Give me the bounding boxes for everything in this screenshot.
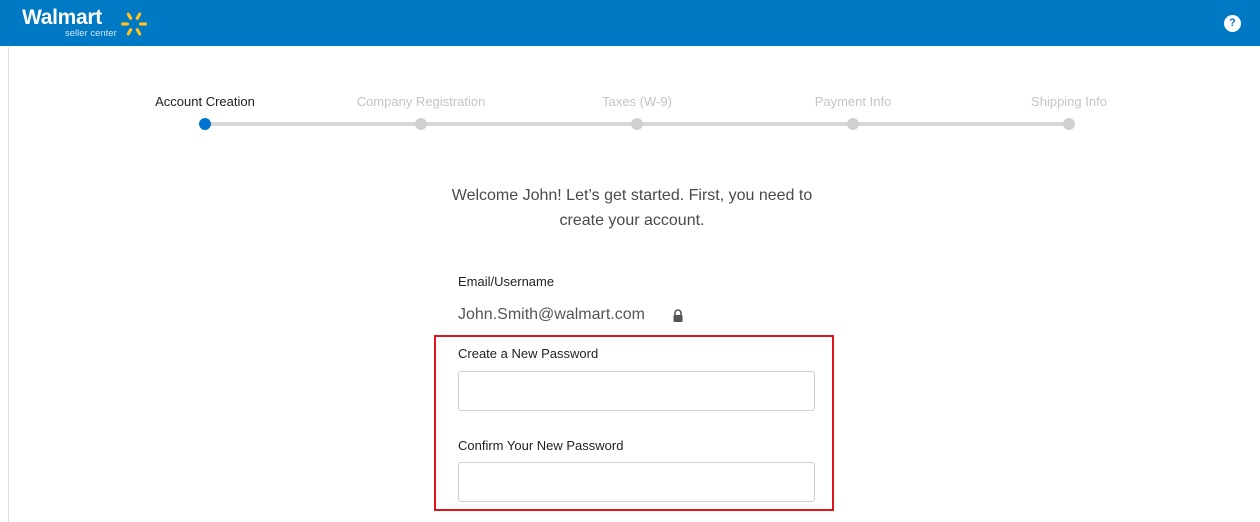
- email-value: John.Smith@walmart.com: [458, 306, 645, 323]
- lock-icon: [673, 309, 683, 322]
- new-password-input[interactable]: [458, 371, 815, 411]
- new-password-label: Create a New Password: [458, 346, 599, 361]
- walmart-seller-center-logo[interactable]: Walmart seller center: [22, 6, 162, 40]
- step-dot-taxes: [631, 118, 643, 130]
- step-dot-shipping-info: [1063, 118, 1075, 130]
- confirm-password-label: Confirm Your New Password: [458, 438, 624, 453]
- step-label-shipping-info: Shipping Info: [1031, 94, 1107, 109]
- brand-name: Walmart: [22, 6, 102, 29]
- help-icon[interactable]: ?: [1224, 15, 1241, 32]
- step-dot-account-creation: [199, 118, 211, 130]
- welcome-line-2: create your account.: [559, 212, 705, 229]
- step-label-account-creation: Account Creation: [155, 94, 255, 109]
- page: Walmart seller center ? Account Creation…: [0, 0, 1260, 522]
- confirm-password-input[interactable]: [458, 462, 815, 502]
- spark-icon: [121, 12, 147, 36]
- step-dot-payment-info: [847, 118, 859, 130]
- email-label: Email/Username: [458, 274, 555, 289]
- step-label-company-registration: Company Registration: [356, 94, 486, 109]
- welcome-message: Welcome John! Let’s get started. First, …: [390, 183, 874, 233]
- top-bar: Walmart seller center ?: [0, 0, 1260, 46]
- step-label-payment-info: Payment Info: [814, 94, 892, 109]
- welcome-line-1: Welcome John! Let’s get started. First, …: [451, 187, 813, 204]
- brand-subtitle: seller center: [65, 28, 117, 39]
- step-label-taxes: Taxes (W-9): [602, 94, 672, 109]
- step-dot-company-registration: [415, 118, 427, 130]
- content-border: [8, 47, 9, 522]
